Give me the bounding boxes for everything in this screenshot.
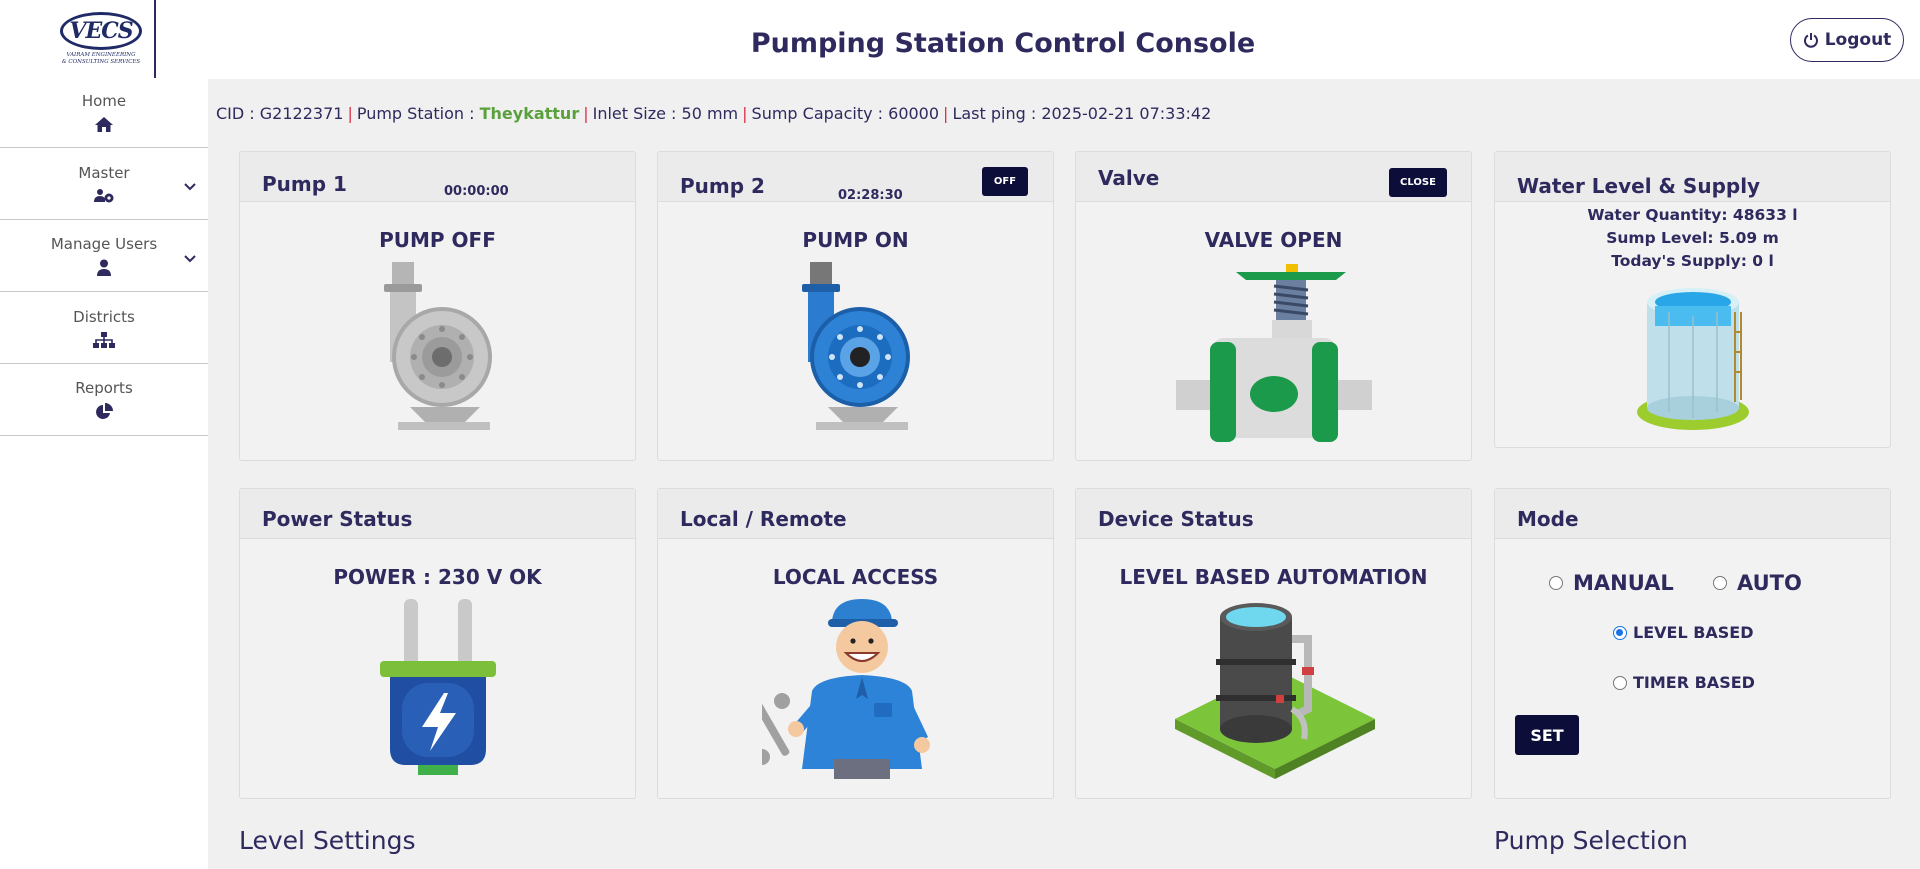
device-status-card: Device Status LEVEL BASED AUTOMATION	[1075, 488, 1472, 799]
sidebar-item-manage-users[interactable]: Manage Users	[0, 220, 208, 292]
mode-timer-based-label: TIMER BASED	[1633, 673, 1755, 692]
mode-level-based-label: LEVEL BASED	[1633, 623, 1754, 642]
valve-status: VALVE OPEN	[1204, 228, 1343, 252]
user-icon	[96, 259, 112, 276]
sidebar: VECS VAIRAM ENGINEERING & CONSULTING SER…	[0, 0, 208, 869]
pump-station-label: Pump Station :	[356, 104, 480, 123]
valve-card: Valve CLOSE VALVE OPEN	[1075, 151, 1472, 461]
page-title: Pumping Station Control Console	[750, 28, 1256, 59]
valve-illustration	[1176, 262, 1372, 446]
pump2-timer: 02:28:30	[838, 188, 903, 203]
device-status-text: LEVEL BASED AUTOMATION	[1119, 565, 1428, 589]
mode-auto-label: AUTO	[1737, 571, 1802, 595]
valve-close-button[interactable]: CLOSE	[1389, 168, 1447, 197]
station-info-bar: CID : G2122371 | Pump Station : Theykattur…	[216, 104, 1212, 123]
logo-subtitle-line2: & CONSULTING SERVICES	[61, 59, 141, 65]
mode-card: Mode MANUAL AUTO LEVEL BASED TIMER BASED…	[1494, 488, 1891, 799]
water-level-title: Water Level & Supply	[1517, 174, 1761, 198]
sump-level: Sump Level: 5.09 m	[1606, 229, 1779, 247]
mode-manual-radio[interactable]	[1549, 576, 1563, 590]
todays-supply: Today's Supply: 0 l	[1611, 252, 1774, 270]
brand-logo[interactable]: VECS VAIRAM ENGINEERING & CONSULTING SER…	[48, 0, 156, 78]
level-automation-illustration	[1172, 599, 1378, 785]
sump-capacity-text: Sump Capacity : 60000	[751, 104, 940, 123]
pump1-status: PUMP OFF	[379, 228, 496, 252]
local-remote-title: Local / Remote	[680, 507, 847, 531]
sidebar-item-districts[interactable]: Districts	[0, 292, 208, 364]
power-plug-icon	[378, 599, 498, 783]
power-status: POWER : 230 V OK	[333, 565, 542, 589]
pie-chart-icon	[95, 402, 113, 421]
pump-on-illustration	[788, 262, 918, 446]
last-ping-text: Last ping : 2025-02-21 07:33:42	[952, 104, 1212, 123]
logout-button[interactable]: Logout	[1790, 18, 1904, 62]
technician-illustration	[754, 599, 952, 783]
mode-manual-label: MANUAL	[1573, 571, 1674, 595]
mode-auto-radio[interactable]	[1713, 576, 1727, 590]
valve-title: Valve	[1098, 166, 1160, 190]
sidebar-item-label: Districts	[73, 307, 135, 326]
mode-title: Mode	[1517, 507, 1579, 531]
water-tank-illustration	[1635, 282, 1755, 438]
level-settings-heading: Level Settings	[239, 826, 416, 855]
pump1-card: Pump 1 00:00:00 PUMP OFF	[239, 151, 636, 461]
logo-subtitle-line1: VAIRAM ENGINEERING	[66, 52, 136, 58]
sidebar-item-label: Home	[81, 92, 127, 110]
sitemap-icon	[93, 331, 115, 348]
sidebar-nav: Home Master Manage Users Districts Repor…	[0, 78, 208, 436]
mode-timer-based-radio[interactable]	[1613, 675, 1627, 690]
water-level-card: Water Level & Supply Water Quantity: 486…	[1494, 151, 1891, 448]
sidebar-item-label: Master	[78, 163, 130, 182]
logo-mark: VECS	[60, 12, 142, 50]
sidebar-item-reports[interactable]: Reports	[0, 364, 208, 436]
logout-label: Logout	[1824, 30, 1892, 50]
home-icon	[94, 116, 114, 133]
sidebar-item-label: Manage Users	[50, 235, 158, 253]
mode-manual-option[interactable]: MANUAL	[1549, 571, 1674, 595]
local-access-status: LOCAL ACCESS	[772, 565, 939, 589]
mode-timer-based-option[interactable]: TIMER BASED	[1613, 673, 1755, 692]
mode-auto-option[interactable]: AUTO	[1713, 571, 1802, 595]
inlet-size-text: Inlet Size : 50 mm	[592, 104, 739, 123]
pump2-title: Pump 2	[680, 174, 765, 198]
chevron-down-icon[interactable]	[184, 248, 196, 267]
pump1-timer: 00:00:00	[444, 184, 509, 199]
top-header: Pumping Station Control Console Logout	[208, 0, 1920, 79]
sidebar-item-master[interactable]: Master	[0, 148, 208, 220]
pump2-status: PUMP ON	[802, 228, 909, 252]
power-title: Power Status	[262, 507, 413, 531]
chevron-down-icon[interactable]	[184, 176, 196, 195]
sidebar-item-home[interactable]: Home	[0, 78, 208, 148]
power-card: Power Status POWER : 230 V OK	[239, 488, 636, 799]
mode-level-based-radio[interactable]	[1613, 625, 1627, 640]
pump-off-illustration	[370, 262, 500, 446]
sidebar-item-label: Reports	[75, 378, 133, 397]
water-quantity: Water Quantity: 48633 l	[1587, 206, 1798, 224]
pump-selection-heading: Pump Selection	[1494, 826, 1688, 855]
pump1-title: Pump 1	[262, 172, 347, 196]
users-gear-icon	[93, 188, 115, 204]
mode-level-based-option[interactable]: LEVEL BASED	[1613, 623, 1754, 642]
pump-station-value: Theykattur	[479, 104, 580, 123]
power-icon	[1803, 33, 1818, 48]
local-remote-card: Local / Remote LOCAL ACCESS	[657, 488, 1054, 799]
set-mode-button[interactable]: SET	[1515, 715, 1579, 755]
cid-text: CID : G2122371	[216, 104, 344, 123]
pump2-off-button[interactable]: OFF	[982, 167, 1028, 196]
pump2-card: Pump 2 02:28:30 OFF PUMP ON	[657, 151, 1054, 461]
device-status-title: Device Status	[1098, 507, 1254, 531]
